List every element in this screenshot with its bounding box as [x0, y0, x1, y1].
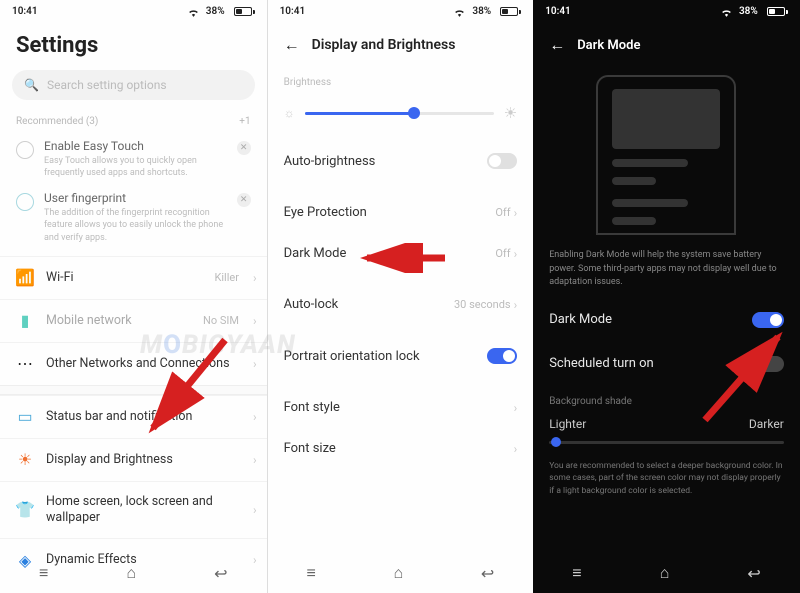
battery-icon: [764, 7, 788, 16]
nav-bar: ≡ ⌂ ↩: [268, 553, 534, 593]
page-title: Settings: [0, 23, 267, 70]
dark-mode-description: Enabling Dark Mode will help the system …: [533, 235, 800, 298]
item-display-brightness[interactable]: ☀ Display and Brightness ›: [0, 438, 267, 481]
shade-lighter-label: Lighter: [549, 417, 586, 431]
dismiss-button[interactable]: ✕: [237, 141, 251, 155]
nav-home[interactable]: ⌂: [394, 563, 404, 583]
recommended-more[interactable]: +1: [239, 116, 250, 127]
dismiss-button[interactable]: ✕: [237, 193, 251, 207]
row-scheduled-turn-on[interactable]: Scheduled turn on: [533, 342, 800, 386]
item-status-bar[interactable]: ▭ Status bar and notification ›: [0, 395, 267, 438]
nav-bar: ≡ ⌂ ↩: [533, 553, 800, 593]
status-time: 10:41: [280, 6, 306, 17]
nav-home[interactable]: ⌂: [660, 563, 670, 583]
nav-menu[interactable]: ≡: [39, 563, 48, 583]
nav-back[interactable]: ↩: [214, 564, 227, 583]
scheduled-toggle[interactable]: [752, 356, 784, 372]
dark-mode-preview: [596, 75, 736, 235]
panel-dark-mode: 10:41 38% ← Dark Mode Enabling Dark Mode…: [533, 0, 800, 593]
nav-back[interactable]: ↩: [481, 564, 494, 583]
recommendation-fingerprint[interactable]: User fingerprint The addition of the fin…: [0, 185, 267, 255]
battery-icon: [497, 7, 521, 16]
search-placeholder: Search setting options: [47, 78, 167, 92]
status-time: 10:41: [545, 6, 571, 17]
wifi-icon: [453, 7, 466, 17]
page-title: Display and Brightness: [312, 37, 456, 53]
fingerprint-icon: [16, 193, 34, 211]
status-battery-pct: 38%: [206, 6, 225, 17]
brightness-high-icon: ☀: [504, 104, 517, 122]
recommendation-easy-touch[interactable]: Enable Easy Touch Easy Touch allows you …: [0, 133, 267, 185]
panel-display-brightness: 10:41 38% ← Display and Brightness Brigh…: [267, 0, 534, 593]
search-input[interactable]: 🔍 Search setting options: [12, 70, 255, 100]
brightness-low-icon: ☼: [284, 106, 295, 120]
easytouch-icon: [16, 141, 34, 159]
item-home-lock-wallpaper[interactable]: 👕 Home screen, lock screen and wallpaper…: [0, 481, 267, 539]
wifi-icon: 📶: [16, 269, 34, 287]
status-bar: 10:41 38%: [533, 0, 800, 23]
row-dark-mode-toggle[interactable]: Dark Mode: [533, 298, 800, 342]
item-other-networks[interactable]: ⋯ Other Networks and Connections ›: [0, 342, 267, 385]
chevron-icon: ›: [253, 503, 257, 517]
nav-home[interactable]: ⌂: [126, 563, 136, 583]
status-bar: 10:41 38%: [268, 0, 534, 23]
chevron-icon: ›: [253, 453, 257, 467]
recommended-header: Recommended (3): [16, 116, 98, 127]
row-dark-mode[interactable]: Dark Mode Off ›: [268, 233, 534, 274]
brightness-icon: ☀: [16, 451, 34, 469]
auto-brightness-toggle[interactable]: [487, 153, 517, 169]
sim-icon: ▮: [16, 312, 34, 330]
nav-menu[interactable]: ≡: [572, 563, 581, 583]
row-portrait-lock[interactable]: Portrait orientation lock: [268, 335, 534, 377]
chevron-icon: ›: [253, 314, 257, 328]
background-shade-slider[interactable]: [549, 441, 784, 444]
shade-darker-label: Darker: [749, 417, 784, 431]
section-background-shade: Background shade: [533, 386, 800, 411]
shade-note: You are recommended to select a deeper b…: [533, 454, 800, 508]
nav-back[interactable]: ↩: [747, 564, 760, 583]
item-mobile-network[interactable]: ▮ Mobile network No SIM ›: [0, 299, 267, 342]
nav-menu[interactable]: ≡: [306, 563, 315, 583]
rec-title: Enable Easy Touch: [44, 139, 227, 153]
panel-settings: 10:41 38% Settings 🔍 Search setting opti…: [0, 0, 267, 593]
dots-icon: ⋯: [16, 355, 34, 373]
row-font-style[interactable]: Font style ›: [268, 387, 534, 428]
back-button[interactable]: ←: [284, 35, 300, 55]
portrait-lock-toggle[interactable]: [487, 348, 517, 364]
search-icon: 🔍: [24, 78, 39, 92]
wifi-icon: [187, 7, 200, 17]
row-font-size[interactable]: Font size ›: [268, 428, 534, 469]
back-button[interactable]: ←: [549, 35, 565, 55]
wifi-icon: [720, 7, 733, 17]
row-auto-brightness[interactable]: Auto-brightness: [268, 140, 534, 182]
section-brightness: Brightness: [268, 69, 534, 94]
chevron-icon: ›: [253, 271, 257, 285]
status-battery-pct: 38%: [739, 6, 758, 17]
rec-title: User fingerprint: [44, 191, 227, 205]
page-title: Dark Mode: [577, 38, 640, 53]
row-auto-lock[interactable]: Auto-lock 30 seconds ›: [268, 284, 534, 325]
row-eye-protection[interactable]: Eye Protection Off ›: [268, 192, 534, 233]
status-time: 10:41: [12, 6, 38, 17]
nav-bar: ≡ ⌂ ↩: [0, 553, 267, 593]
rec-sub: Easy Touch allows you to quickly open fr…: [44, 155, 227, 179]
item-wifi[interactable]: 📶 Wi-Fi Killer ›: [0, 256, 267, 299]
status-battery-pct: 38%: [472, 6, 491, 17]
rec-sub: The addition of the fingerprint recognit…: [44, 207, 227, 243]
status-bar: 10:41 38%: [0, 0, 267, 23]
chevron-icon: ›: [253, 357, 257, 371]
battery-icon: [231, 7, 255, 16]
dark-mode-toggle[interactable]: [752, 312, 784, 328]
wallpaper-icon: 👕: [16, 501, 34, 519]
chevron-icon: ›: [253, 410, 257, 424]
statusbar-icon: ▭: [16, 408, 34, 426]
brightness-slider[interactable]: [305, 112, 494, 115]
